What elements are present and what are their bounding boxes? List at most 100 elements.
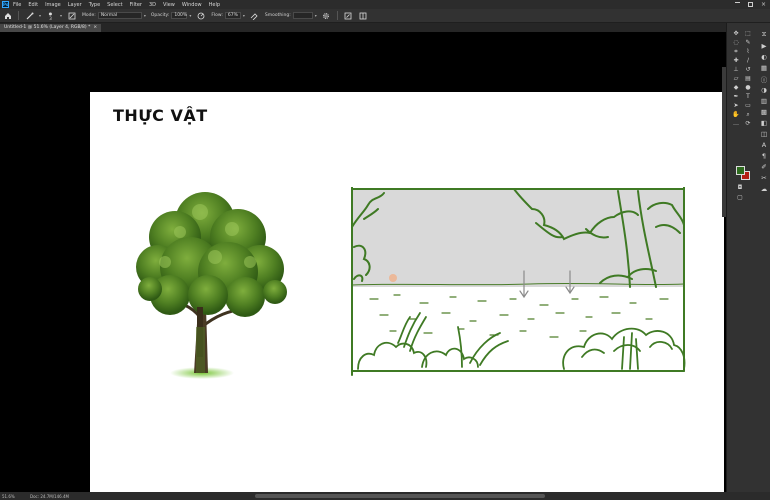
clone-stamp-icon[interactable]: ⊥ [730, 65, 742, 74]
eyedropper-icon[interactable]: ⌇ [742, 47, 754, 56]
more-icon[interactable]: … [730, 119, 742, 128]
flow-label: Flow: [211, 13, 223, 18]
mode-select[interactable]: Normal [97, 12, 142, 19]
zoom-icon[interactable]: ⌕ [742, 110, 754, 119]
eraser-icon[interactable]: ▱ [730, 74, 742, 83]
menu-filter[interactable]: Filter [130, 2, 142, 8]
document-size[interactable]: Doc: 24.7M/146.4M [30, 494, 69, 499]
history-brush-icon[interactable]: ↺ [742, 65, 754, 74]
brush-tool-preset-icon[interactable] [25, 11, 34, 20]
page-title: THỰC VẬT [113, 106, 208, 125]
brush-icon[interactable]: ∕ [742, 56, 754, 65]
mode-dropdown-icon[interactable]: ▾ [144, 13, 146, 18]
symmetry-icon[interactable] [359, 11, 368, 20]
lasso-icon[interactable]: ◌ [730, 38, 742, 47]
gradient-icon[interactable]: ▤ [742, 74, 754, 83]
menu-select[interactable]: Select [107, 2, 122, 8]
actions-icon[interactable]: ▶ [758, 40, 770, 51]
smoothing-label: Smoothing: [264, 13, 291, 18]
swatches-icon[interactable]: ▦ [758, 62, 770, 73]
window-controls: × [735, 2, 766, 8]
menu-help[interactable]: Help [209, 2, 220, 8]
document-tab-title: Untitled-1 @ 51.6% (Layer 4, RGB/8) * [4, 25, 91, 30]
flow-dropdown-icon[interactable]: ▾ [243, 13, 245, 18]
close-window-icon[interactable]: × [761, 2, 766, 8]
brush-size-value: 3 [49, 15, 52, 21]
airbrush-icon[interactable] [250, 11, 259, 20]
brush-picker-dropdown-icon[interactable]: ▾ [60, 13, 62, 18]
menu-layer[interactable]: Layer [68, 2, 82, 8]
close-tab-icon[interactable]: × [93, 24, 97, 32]
brushes-icon[interactable]: ✐ [758, 161, 770, 172]
quick-select-icon[interactable]: ✎ [742, 38, 754, 47]
tool-preset-dropdown-icon[interactable]: ▾ [39, 13, 41, 18]
healing-icon[interactable]: ✚ [730, 56, 742, 65]
document-canvas[interactable]: THỰC VẬT [90, 92, 724, 492]
rotate-view-icon[interactable]: ⟳ [742, 119, 754, 128]
brush-settings-icon[interactable] [67, 11, 76, 20]
libraries-icon[interactable]: ▥ [758, 95, 770, 106]
menu-image[interactable]: Image [45, 2, 61, 8]
comments-icon[interactable]: ✂ [758, 172, 770, 183]
menu-3d[interactable]: 3D [149, 2, 156, 8]
brush-size-picker[interactable]: ● 3 [46, 11, 55, 21]
menu-window[interactable]: Window [182, 2, 202, 8]
channels-icon[interactable]: ◫ [758, 128, 770, 139]
smoothing-dropdown-icon[interactable]: ▾ [315, 13, 317, 18]
path-select-icon[interactable]: ➤ [730, 101, 742, 110]
marquee-icon[interactable]: ⬚ [742, 29, 754, 38]
tools-panel: ✥ ⬚ ◌ ✎ ⌗ ⌇ ✚ ∕ ⊥ ↺ ▱ ▤ ◆ ● ✒ T ➤ ▭ ✋ ⌕ … [726, 23, 770, 492]
history-icon[interactable]: ⧖ [758, 29, 770, 40]
dodge-icon[interactable]: ● [742, 83, 754, 92]
landscape-sketch [351, 187, 686, 376]
info-icon[interactable]: ⓘ [758, 73, 770, 84]
document-tab[interactable]: Untitled-1 @ 51.6% (Layer 4, RGB/8) * × [0, 24, 102, 32]
styles-icon[interactable]: ▩ [758, 106, 770, 117]
opacity-field[interactable]: 100% [171, 12, 188, 19]
opacity-label: Opacity: [150, 13, 170, 18]
zoom-level[interactable]: 51.6% [2, 494, 24, 499]
layers-icon[interactable]: ◧ [758, 117, 770, 128]
color-swatches[interactable] [736, 166, 750, 180]
smoothing-field[interactable] [292, 12, 313, 19]
smoothing-settings-gear-icon[interactable] [322, 11, 331, 20]
hand-icon[interactable]: ✋ [730, 110, 742, 119]
workspace: THỰC VẬT [0, 32, 726, 492]
maximize-icon[interactable] [748, 2, 753, 7]
separator [18, 11, 19, 20]
pen-icon[interactable]: ✒ [730, 92, 742, 101]
mode-label: Mode: [82, 13, 96, 18]
menu-view[interactable]: View [163, 2, 175, 8]
menu-bar: Ps File Edit Image Layer Type Select Fil… [0, 0, 770, 9]
horizontal-scrollbar[interactable] [255, 494, 545, 498]
cloud-icon[interactable]: ☁ [758, 183, 770, 194]
blur-icon[interactable]: ◆ [730, 83, 742, 92]
minimize-icon[interactable] [735, 2, 740, 7]
options-bar: ▾ ● 3 ▾ Mode: Normal ▾ Opacity: 100% ▾ F… [0, 9, 770, 23]
paragraph-icon[interactable]: ¶ [758, 150, 770, 161]
tree-image [136, 192, 287, 379]
toolbar: ✥ ⬚ ◌ ✎ ⌗ ⌇ ✚ ∕ ⊥ ↺ ▱ ▤ ◆ ● ✒ T ➤ ▭ ✋ ⌕ … [730, 29, 754, 128]
photoshop-logo[interactable]: Ps [2, 1, 9, 8]
pressure-opacity-icon[interactable] [196, 11, 205, 20]
quick-mask-icon[interactable]: ◘ [734, 183, 746, 192]
panel-dock: ⧖ ▶ ◐ ▦ ⓘ ◑ ▥ ▩ ◧ ◫ A ¶ ✐ ✂ ☁ [758, 29, 770, 194]
menu-type[interactable]: Type [89, 2, 100, 8]
opacity-dropdown-icon[interactable]: ▾ [189, 13, 191, 18]
screen-mode-icon[interactable]: ▢ [734, 193, 746, 202]
home-icon[interactable] [3, 11, 12, 20]
separator [336, 11, 338, 20]
rectangle-icon[interactable]: ▭ [742, 101, 754, 110]
document-tab-bar: Untitled-1 @ 51.6% (Layer 4, RGB/8) * × [0, 23, 726, 32]
adjustments-icon[interactable]: ◑ [758, 84, 770, 95]
pressure-size-icon[interactable] [344, 11, 353, 20]
menu-edit[interactable]: Edit [28, 2, 38, 8]
type-icon[interactable]: T [742, 92, 754, 101]
foreground-color-swatch[interactable] [736, 166, 745, 175]
crop-icon[interactable]: ⌗ [730, 47, 742, 56]
flow-field[interactable]: 67% [224, 12, 241, 19]
character-icon[interactable]: A [758, 139, 770, 150]
move-icon[interactable]: ✥ [730, 29, 742, 38]
color-icon[interactable]: ◐ [758, 51, 770, 62]
menu-file[interactable]: File [13, 2, 21, 8]
